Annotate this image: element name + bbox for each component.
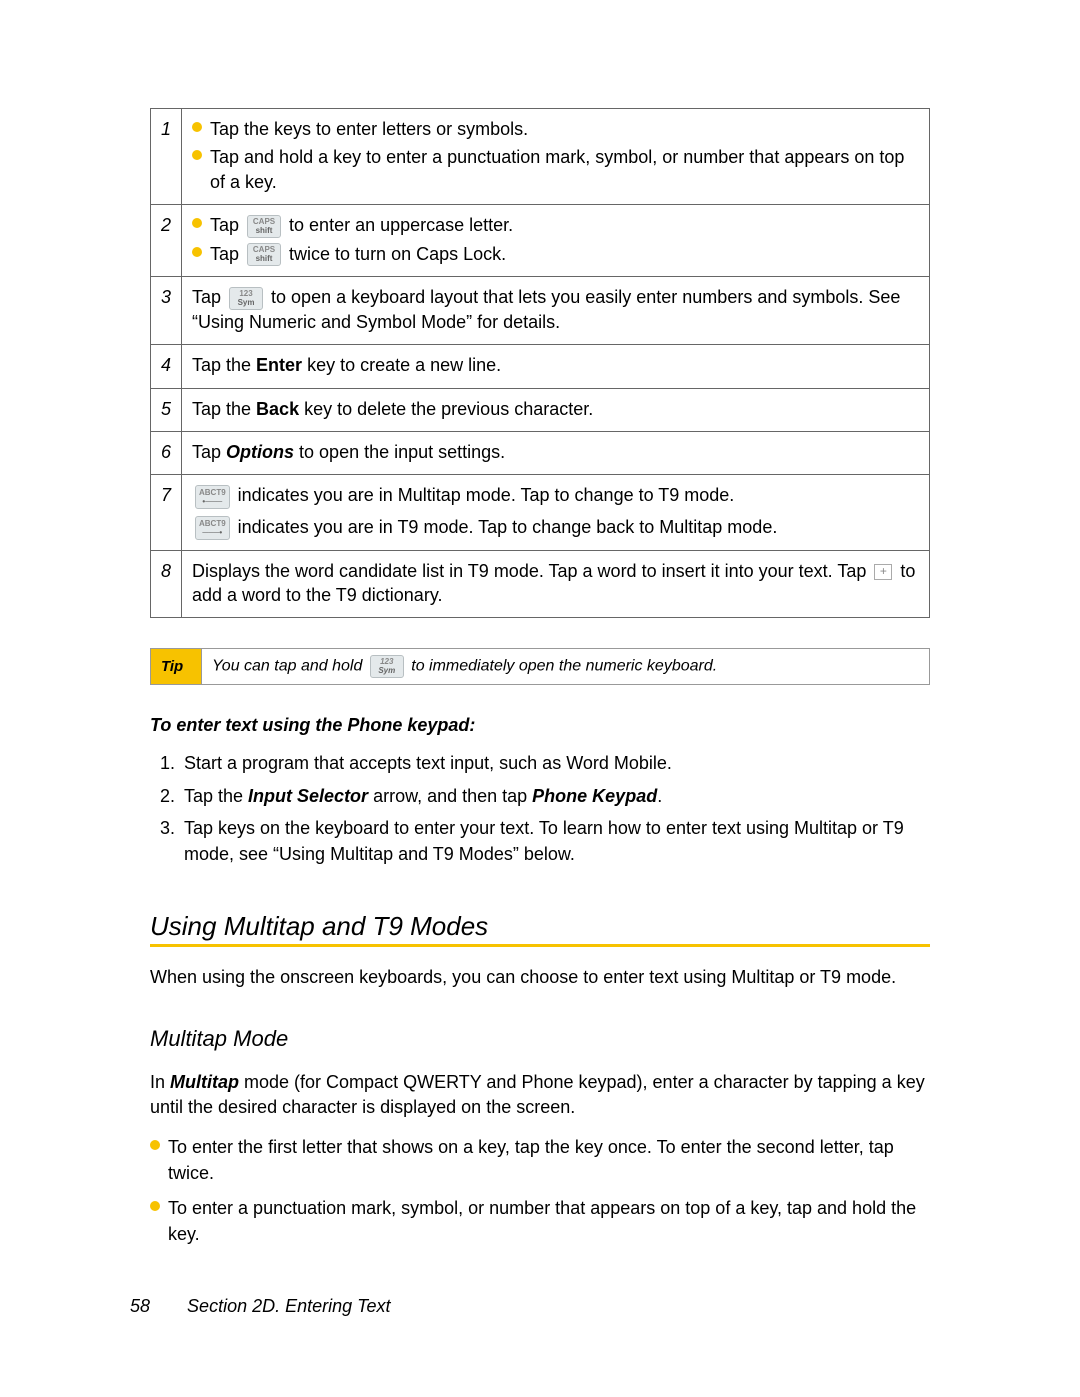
- row-desc: Tap the Enter key to create a new line.: [182, 345, 930, 388]
- row-number: 7: [151, 475, 182, 551]
- list-item: To enter the first letter that shows on …: [150, 1134, 930, 1186]
- bold-italic-term: Options: [226, 442, 294, 462]
- table-row: 5 Tap the Back key to delete the previou…: [151, 388, 930, 431]
- table-row: 7 ABCT9•─── indicates you are in Multita…: [151, 475, 930, 551]
- page-number: 58: [130, 1296, 150, 1316]
- bold-italic-term: Input Selector: [248, 786, 368, 806]
- row-number: 4: [151, 345, 182, 388]
- bullet-icon: [192, 247, 202, 257]
- bold-term: Enter: [256, 355, 302, 375]
- bullet-list: To enter the first letter that shows on …: [150, 1134, 930, 1246]
- list-item: Start a program that accepts text input,…: [180, 750, 930, 776]
- list-item: Tap keys on the keyboard to enter your t…: [180, 815, 930, 867]
- mode-t9-icon: ABCT9───•: [195, 516, 230, 540]
- procedure-steps: Start a program that accepts text input,…: [158, 750, 930, 866]
- text: Tap CAPSshift twice to turn on Caps Lock…: [210, 242, 506, 267]
- sym-key-icon: 123Sym: [370, 655, 404, 678]
- bullet-icon: [150, 1140, 160, 1150]
- bullet-icon: [192, 150, 202, 160]
- table-row: 1 Tap the keys to enter letters or symbo…: [151, 109, 930, 205]
- row-number: 8: [151, 550, 182, 618]
- mode-multitap-icon: ABCT9•───: [195, 485, 230, 509]
- bullet-icon: [192, 122, 202, 132]
- row-desc: Tap the keys to enter letters or symbols…: [182, 109, 930, 205]
- plus-icon: +: [874, 564, 892, 580]
- text: Tap the keys to enter letters or symbols…: [210, 117, 528, 141]
- text: Tap and hold a key to enter a punctuatio…: [210, 145, 919, 194]
- section-paragraph: When using the onscreen keyboards, you c…: [150, 965, 930, 990]
- procedure-heading: To enter text using the Phone keypad:: [150, 715, 930, 736]
- bullet-icon: [192, 218, 202, 228]
- bold-italic-term: Phone Keypad: [532, 786, 657, 806]
- row-desc: Tap CAPSshift to enter an uppercase lett…: [182, 204, 930, 277]
- caps-shift-key-icon: CAPSshift: [247, 215, 281, 238]
- row-desc: Displays the word candidate list in T9 m…: [182, 550, 930, 618]
- table-row: 4 Tap the Enter key to create a new line…: [151, 345, 930, 388]
- heading-rule: [150, 944, 930, 947]
- tip-text: You can tap and hold 123Sym to immediate…: [202, 649, 930, 685]
- row-number: 5: [151, 388, 182, 431]
- table-row: 6 Tap Options to open the input settings…: [151, 432, 930, 475]
- row-number: 2: [151, 204, 182, 277]
- tip-box: Tip You can tap and hold 123Sym to immed…: [150, 648, 930, 685]
- row-desc: Tap the Back key to delete the previous …: [182, 388, 930, 431]
- text: indicates you are in Multitap mode. Tap …: [233, 485, 735, 505]
- page-footer: 58 Section 2D. Entering Text: [130, 1296, 391, 1317]
- text: indicates you are in T9 mode. Tap to cha…: [233, 517, 778, 537]
- bullet-icon: [150, 1201, 160, 1211]
- table-row: 8 Displays the word candidate list in T9…: [151, 550, 930, 618]
- section-reference: Section 2D. Entering Text: [187, 1296, 390, 1316]
- row-number: 1: [151, 109, 182, 205]
- text: Tap CAPSshift to enter an uppercase lett…: [210, 213, 513, 238]
- subsection-paragraph: In Multitap mode (for Compact QWERTY and…: [150, 1070, 930, 1120]
- sym-key-icon: 123Sym: [229, 287, 263, 310]
- bold-italic-term: Multitap: [170, 1072, 239, 1092]
- table-row: 3 Tap 123Sym to open a keyboard layout t…: [151, 277, 930, 345]
- list-item: Tap the Input Selector arrow, and then t…: [180, 783, 930, 809]
- bold-term: Back: [256, 399, 299, 419]
- caps-shift-key-icon: CAPSshift: [247, 243, 281, 266]
- list-item: To enter a punctuation mark, symbol, or …: [150, 1195, 930, 1247]
- section-heading: Using Multitap and T9 Modes: [150, 911, 930, 942]
- row-desc: Tap Options to open the input settings.: [182, 432, 930, 475]
- document-page: 1 Tap the keys to enter letters or symbo…: [0, 0, 1080, 1397]
- keyboard-functions-table: 1 Tap the keys to enter letters or symbo…: [150, 108, 930, 618]
- subsection-heading: Multitap Mode: [150, 1026, 930, 1052]
- tip-label: Tip: [151, 649, 202, 685]
- row-number: 6: [151, 432, 182, 475]
- row-desc: ABCT9•─── indicates you are in Multitap …: [182, 475, 930, 551]
- row-number: 3: [151, 277, 182, 345]
- table-row: 2 Tap CAPSshift to enter an uppercase le…: [151, 204, 930, 277]
- row-desc: Tap 123Sym to open a keyboard layout tha…: [182, 277, 930, 345]
